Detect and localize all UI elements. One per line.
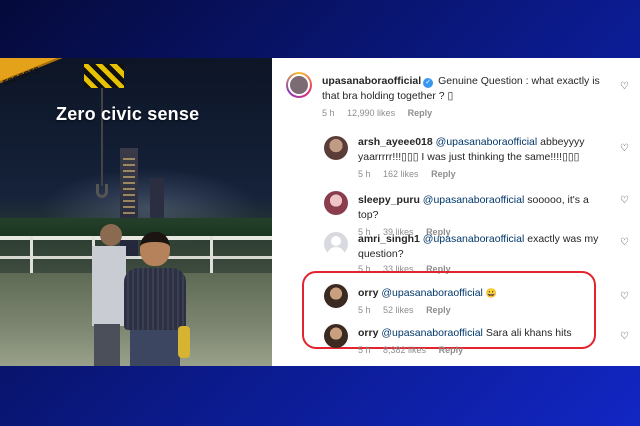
person-head: [140, 232, 170, 266]
comment-meta: 5 h 52 likes Reply: [358, 305, 608, 315]
comment-likes[interactable]: 162 likes: [383, 169, 419, 179]
person-legs: [94, 324, 120, 366]
comment-meta: 5 h 162 likes Reply: [358, 169, 608, 179]
comment-mention[interactable]: @upasanaboraofficial: [436, 136, 538, 148]
avatar-arsh_ayeee018[interactable]: [324, 136, 348, 160]
reply-comment: amri_singh1 @upasanaboraofficial exactly…: [358, 232, 608, 274]
avatar-upasanaboraofficial[interactable]: [286, 72, 312, 98]
crane-hook: [96, 184, 108, 198]
reply-comment: arsh_ayeee018 @upasanaboraofficial abbey…: [358, 135, 608, 179]
comment-username[interactable]: arsh_ayeee018: [358, 136, 433, 148]
reply-button[interactable]: Reply: [426, 305, 451, 315]
crane-hazard-stripes: [84, 64, 124, 88]
comment-mention[interactable]: @upasanaboraofficial: [381, 287, 483, 299]
comment-mention[interactable]: @upasanaboraofficial: [381, 327, 483, 339]
avatar-sleepy_puru[interactable]: [324, 191, 348, 215]
comment-likes[interactable]: 52 likes: [383, 305, 414, 315]
like-heart-icon[interactable]: ♡: [620, 332, 630, 342]
comment-username[interactable]: amri_singh1: [358, 233, 420, 245]
comment-time: 5 h: [322, 108, 335, 118]
comment-mention[interactable]: @upasanaboraofficial: [423, 233, 525, 245]
comment-username[interactable]: upasanaboraofficial: [322, 75, 421, 87]
avatar-amri_singh1[interactable]: [324, 232, 348, 256]
reply-button[interactable]: Reply: [431, 169, 456, 179]
avatar-orry[interactable]: [324, 324, 348, 348]
like-heart-icon[interactable]: ♡: [620, 238, 630, 248]
comment-meta: 5 h 12,990 likes Reply: [322, 108, 612, 118]
video-thumbnail[interactable]: ESCORTS Zero civic sense: [0, 58, 272, 366]
avatar-orry[interactable]: [324, 284, 348, 308]
comment-text: Sara ali khans hits: [485, 327, 572, 339]
comments-panel: upasanaboraofficial ✓ Genuine Question : …: [272, 58, 640, 366]
video-caption: Zero civic sense: [56, 104, 200, 124]
comment-likes[interactable]: 12,990 likes: [347, 108, 395, 118]
reply-comment: sleepy_puru @upasanaboraofficial sooooo,…: [358, 193, 608, 237]
comment-mention[interactable]: @upasanaboraofficial: [423, 194, 525, 206]
comment-username[interactable]: sleepy_puru: [358, 194, 420, 206]
person-jeans: [130, 330, 180, 366]
comment-time: 5 h: [358, 169, 371, 179]
like-heart-icon[interactable]: ♡: [620, 292, 630, 302]
like-heart-icon[interactable]: ♡: [620, 82, 630, 92]
reply-comment: orry @upasanaboraofficial Sara ali khans…: [358, 326, 608, 355]
main-comment: upasanaboraofficial ✓ Genuine Question : …: [322, 74, 612, 118]
comment-username[interactable]: orry: [358, 287, 378, 299]
reply-button[interactable]: Reply: [408, 108, 433, 118]
comment-meta: 5 h 8,382 likes Reply: [358, 345, 608, 355]
like-heart-icon[interactable]: ♡: [620, 196, 630, 206]
grinning-emoji-icon: 😀: [485, 288, 498, 298]
comment-likes[interactable]: 8,382 likes: [383, 345, 426, 355]
reply-comment: orry @upasanaboraofficial 😀 5 h 52 likes…: [358, 286, 608, 315]
comment-time: 5 h: [358, 345, 371, 355]
reply-button[interactable]: Reply: [439, 345, 464, 355]
like-heart-icon[interactable]: ♡: [620, 144, 630, 154]
person-torso: [124, 268, 186, 330]
bag: [178, 326, 190, 358]
comment-username[interactable]: orry: [358, 327, 378, 339]
screenshot-frame: ESCORTS Zero civic sense upasanaboraoffi…: [0, 58, 640, 366]
verified-badge-icon: ✓: [423, 78, 434, 88]
crane-cable: [101, 88, 103, 186]
comment-time: 5 h: [358, 305, 371, 315]
